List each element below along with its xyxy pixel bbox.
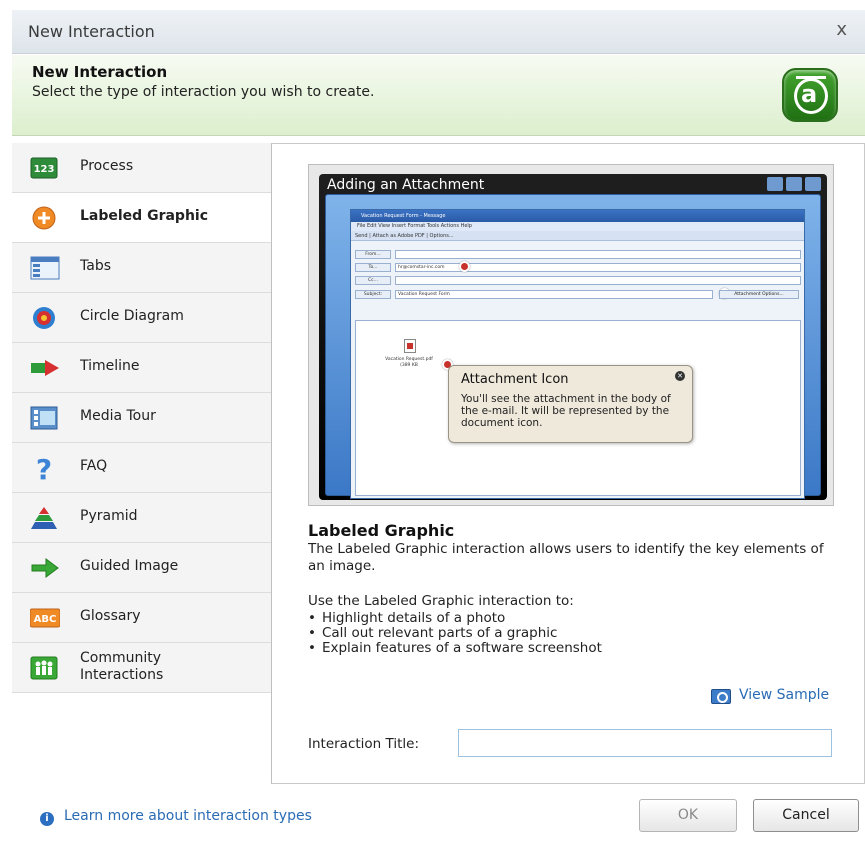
- faq-question-icon: ?: [36, 455, 52, 481]
- info-icon: i: [40, 812, 54, 826]
- media-tour-icon: [30, 406, 58, 430]
- preview-nav-buttons: [767, 177, 821, 191]
- from-box: [395, 250, 801, 259]
- new-interaction-dialog: New Interaction x New Interaction Select…: [0, 0, 865, 841]
- header-subtitle: Select the type of interaction you wish …: [32, 84, 375, 100]
- mail-body: Vacation Request.pdf (389 KB Attachment …: [355, 320, 801, 496]
- attachment-caption: Vacation Request.pdf (389 KB: [385, 357, 433, 368]
- subject-box: Vacation Request Form: [395, 290, 713, 299]
- callout-close-icon: ✕: [675, 371, 685, 381]
- use-intro: Use the Labeled Graphic interaction to:: [308, 593, 574, 609]
- svg-text:ABC: ABC: [34, 614, 57, 625]
- sidebar-item-circle-diagram[interactable]: Circle Diagram: [12, 293, 271, 343]
- close-icon[interactable]: x: [836, 19, 847, 40]
- guided-image-arrow-icon: [31, 558, 59, 578]
- sidebar-item-pyramid[interactable]: Pyramid: [12, 493, 271, 543]
- dialog-header: New Interaction Select the type of inter…: [12, 55, 865, 136]
- sidebar-item-label: Media Tour: [80, 408, 156, 424]
- interaction-title-label: Interaction Title:: [308, 736, 420, 752]
- mail-subject-field: Subject: Vacation Request Form Attachmen…: [355, 288, 801, 299]
- prev-icon: [767, 177, 783, 191]
- dialog-titlebar: New Interaction x: [12, 10, 865, 54]
- preview-slide-title: Adding an Attachment: [327, 177, 485, 193]
- view-sample-label[interactable]: View Sample: [739, 687, 829, 703]
- menu-icon: [805, 177, 821, 191]
- to-box: hr@comstar-inc.com: [395, 263, 801, 272]
- header-title: New Interaction: [32, 63, 168, 81]
- svg-text:123: 123: [34, 164, 55, 175]
- list-item: Highlight details of a photo: [308, 611, 602, 626]
- glossary-abc-icon: ABC: [30, 608, 60, 628]
- interaction-type-title: Labeled Graphic: [308, 521, 455, 540]
- next-icon: [786, 177, 802, 191]
- sidebar-item-faq[interactable]: ? FAQ: [12, 443, 271, 493]
- list-item: Call out relevant parts of a graphic: [308, 626, 602, 641]
- logo-bar: [796, 76, 826, 79]
- list-item: Explain features of a software screensho…: [308, 641, 602, 656]
- circle-diagram-icon: [33, 307, 55, 329]
- preview-screen: Vacation Request Form - Message File Edi…: [325, 194, 821, 499]
- callout-text: You'll see the attachment in the body of…: [461, 393, 671, 429]
- sidebar-item-tabs[interactable]: Tabs: [12, 243, 271, 293]
- process-123-icon: 123: [30, 157, 58, 179]
- mail-window-title: Vacation Request Form - Message: [351, 210, 804, 222]
- preview-player: Adding an Attachment Vacation Request Fo…: [319, 174, 827, 500]
- sidebar-item-label: Community Interactions: [80, 650, 164, 683]
- mail-window: Vacation Request Form - Message File Edi…: [350, 209, 805, 499]
- labeled-graphic-icon: [32, 206, 56, 230]
- sidebar-item-media-tour[interactable]: Media Tour: [12, 393, 271, 443]
- cancel-button[interactable]: Cancel: [753, 799, 859, 832]
- sidebar-item-label: Guided Image: [80, 558, 179, 574]
- pyramid-icon: [31, 507, 57, 529]
- sidebar-item-labeled-graphic[interactable]: Labeled Graphic: [12, 193, 271, 243]
- sidebar-item-label: Circle Diagram: [80, 308, 184, 324]
- community-people-icon: [30, 656, 58, 680]
- dialog-footer: i Learn more about interaction types OK …: [12, 784, 865, 841]
- from-button: From...: [355, 250, 391, 259]
- sidebar-item-label: Pyramid: [80, 508, 138, 524]
- tabs-icon: [30, 256, 60, 280]
- to-button: To...: [355, 263, 391, 272]
- sidebar-item-label: Tabs: [80, 258, 111, 274]
- dialog-title: New Interaction: [28, 22, 155, 41]
- sidebar-item-label: Timeline: [80, 358, 140, 374]
- interaction-description: The Labeled Graphic interaction allows u…: [308, 541, 824, 574]
- sidebar-item-label: Process: [80, 158, 134, 174]
- cc-button: Cc...: [355, 276, 391, 285]
- articulate-logo-icon: a: [782, 68, 838, 122]
- use-list: Highlight details of a photo Call out re…: [308, 611, 602, 656]
- sidebar-item-process[interactable]: 123 Process: [12, 143, 271, 193]
- mail-toolbar: Send | Attach as Adobe PDF | Options...: [351, 231, 804, 241]
- sidebar-item-guided-image[interactable]: Guided Image: [12, 543, 271, 593]
- mail-from-field: From...: [355, 250, 801, 259]
- interaction-title-input[interactable]: [458, 729, 832, 757]
- sidebar-item-label: Labeled Graphic: [80, 208, 209, 224]
- callout-title: Attachment Icon: [461, 372, 569, 387]
- interaction-type-list: 123 Process Labeled Graphic Tabs Circle …: [12, 143, 271, 696]
- pdf-document-icon: [404, 339, 416, 353]
- timeline-icon: [31, 360, 59, 376]
- view-sample-icon: [711, 689, 731, 704]
- logo-letter: a: [801, 80, 818, 108]
- sidebar-item-community-interactions[interactable]: Community Interactions: [12, 643, 271, 693]
- mail-to-field: To... hr@comstar-inc.com: [355, 261, 801, 272]
- svg-text:?: ?: [36, 455, 52, 481]
- interaction-details-panel: Adding an Attachment Vacation Request Fo…: [271, 143, 865, 784]
- attachment-options-button: Attachment Options...: [719, 290, 799, 299]
- mail-menu: File Edit View Insert Format Tools Actio…: [351, 222, 804, 231]
- subject-label: Subject:: [355, 290, 391, 299]
- ok-button[interactable]: OK: [639, 799, 737, 832]
- sidebar-item-timeline[interactable]: Timeline: [12, 343, 271, 393]
- mail-cc-field: Cc...: [355, 276, 801, 285]
- sidebar-item-glossary[interactable]: ABC Glossary: [12, 593, 271, 643]
- preview-image: Adding an Attachment Vacation Request Fo…: [308, 164, 834, 506]
- attachment-callout: Attachment Icon ✕ You'll see the attachm…: [448, 365, 693, 443]
- cc-box: [395, 276, 801, 285]
- hotspot-marker-icon: [459, 261, 470, 272]
- sidebar-item-label: Glossary: [80, 608, 141, 624]
- learn-more-link[interactable]: Learn more about interaction types: [64, 808, 312, 824]
- sidebar-item-label: FAQ: [80, 458, 108, 474]
